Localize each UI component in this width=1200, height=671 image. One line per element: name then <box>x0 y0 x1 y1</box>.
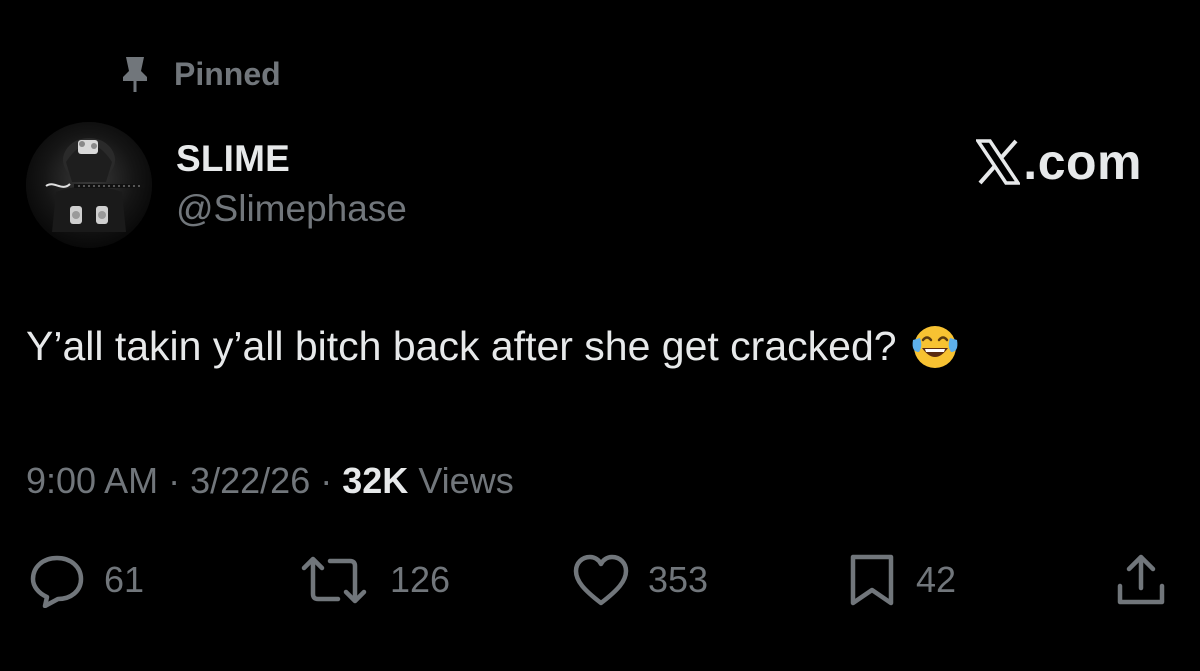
retweet-icon <box>301 556 367 604</box>
bookmark-button[interactable]: 42 <box>846 552 956 608</box>
share-icon <box>1117 554 1165 605</box>
author-handle[interactable]: @Slimephase <box>176 188 407 230</box>
pin-icon <box>118 54 152 94</box>
reply-count: 61 <box>104 559 145 600</box>
reply-button[interactable]: 61 <box>28 552 144 608</box>
tweet-date[interactable]: 3/22/26 <box>190 460 310 501</box>
brand-text: .com <box>1023 134 1142 190</box>
x-logo-icon <box>975 139 1022 185</box>
heart-icon <box>573 554 629 606</box>
meta-separator: · <box>320 460 343 501</box>
like-button[interactable]: 353 <box>572 552 708 608</box>
author-display-name[interactable]: SLIME <box>176 138 290 180</box>
face-with-tears-of-joy-emoji <box>911 322 959 370</box>
brand-watermark: .com <box>975 132 1142 192</box>
bookmark-icon <box>850 554 894 606</box>
tweet-meta: 9:00 AM · 3/22/26 · 32K Views <box>26 460 514 502</box>
tweet-body: Y’all takin y’all bitch back after she g… <box>26 322 959 370</box>
share-button[interactable] <box>1112 552 1170 608</box>
tweet-actions: 61 126 353 42 <box>0 552 1200 608</box>
retweet-count: 126 <box>390 559 451 600</box>
views-label: Views <box>418 460 514 501</box>
views-count: 32K <box>342 460 409 501</box>
tweet-time[interactable]: 9:00 AM <box>26 460 158 501</box>
pinned-indicator: Pinned <box>118 54 281 94</box>
pinned-label: Pinned <box>174 55 281 92</box>
profile-avatar[interactable] <box>26 122 152 248</box>
tweet-text: Y’all takin y’all bitch back after she g… <box>26 322 897 369</box>
meta-separator: · <box>168 460 191 501</box>
like-count: 353 <box>648 559 709 600</box>
reply-icon <box>30 555 84 608</box>
bookmark-count: 42 <box>916 559 957 600</box>
retweet-button[interactable]: 126 <box>296 552 450 608</box>
